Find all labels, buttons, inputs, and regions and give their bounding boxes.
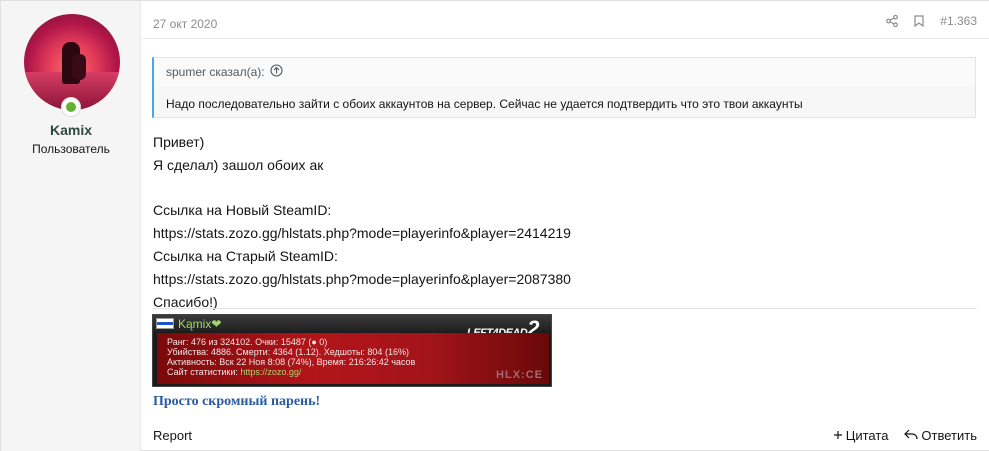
content-line: Я сделал) зашол обоих ак bbox=[153, 156, 324, 173]
post-main: 27 окт 2020 #1.363 spumer сказал(а): Над… bbox=[142, 1, 989, 451]
content-line: Ссылка на Новый SteamID: bbox=[153, 202, 332, 219]
quote-header[interactable]: spumer сказал(а): bbox=[154, 58, 975, 86]
content-line: Привет) bbox=[153, 134, 205, 150]
user-column: Kamix Пользователь bbox=[1, 1, 141, 451]
post-date[interactable]: 27 окт 2020 bbox=[153, 17, 217, 31]
post-number[interactable]: #1.363 bbox=[940, 14, 977, 28]
quote-block: spumer сказал(а): Надо последовательно з… bbox=[152, 57, 976, 118]
report-link[interactable]: Report bbox=[153, 428, 192, 443]
old-steamid-link[interactable]: https://stats.zozo.gg/hlstats.php?mode=p… bbox=[153, 268, 571, 291]
new-steamid-link[interactable]: https://stats.zozo.gg/hlstats.php?mode=p… bbox=[153, 222, 571, 245]
stats-banner[interactable]: Kąmix❤ LEFT4DEAD2 Ранг: 476 из 324102. О… bbox=[152, 314, 552, 387]
user-title: Пользователь bbox=[32, 142, 110, 156]
plus-icon bbox=[833, 428, 843, 443]
signature-text: Просто скромный парень! bbox=[153, 394, 321, 409]
quote-author[interactable]: spumer сказал(а): bbox=[166, 65, 265, 79]
banner-stats: Ранг: 476 из 324102. Очки: 15487 (● 0) У… bbox=[167, 337, 415, 377]
post-header-actions: #1.363 bbox=[886, 14, 977, 28]
forum-post: Kamix Пользователь 27 окт 2020 #1.363 sp… bbox=[0, 0, 989, 451]
quote-text: Надо последовательно зайти с обоих аккау… bbox=[166, 97, 803, 111]
content-line: Спасибо!) bbox=[153, 293, 218, 310]
banner-kills: Убийства: 4886. Смерти: 4364 (1.12). Хед… bbox=[167, 347, 409, 357]
quote-button-label: Цитата bbox=[845, 428, 889, 443]
username[interactable]: Kamix bbox=[1, 122, 141, 138]
banner-activity: Активность: Вск 22 Ноя 8:08 (74%), Время… bbox=[167, 357, 416, 367]
arrow-up-circle-icon[interactable] bbox=[270, 64, 283, 80]
reply-icon bbox=[904, 428, 919, 443]
share-icon[interactable] bbox=[886, 15, 899, 27]
header-divider bbox=[142, 38, 989, 39]
banner-site-url: https://zozo.gg/ bbox=[240, 367, 302, 377]
reply-button-label: Ответить bbox=[921, 428, 977, 443]
avatar[interactable] bbox=[24, 14, 120, 110]
online-status-icon bbox=[61, 97, 81, 117]
banner-rank: Ранг: 476 из 324102. Очки: 15487 (● 0) bbox=[167, 337, 328, 347]
avatar-figure-2 bbox=[72, 54, 86, 80]
flag-icon bbox=[156, 318, 174, 329]
footer-actions: Цитата Ответить bbox=[833, 428, 977, 443]
bookmark-icon[interactable] bbox=[914, 15, 924, 27]
content-line: Ссылка на Старый SteamID: bbox=[153, 247, 338, 264]
hlx-logo: HLX:CE bbox=[496, 369, 543, 381]
reply-button[interactable]: Ответить bbox=[904, 428, 977, 443]
banner-player-name: Kąmix❤ bbox=[178, 317, 222, 331]
banner-site-label: Сайт статистики: bbox=[167, 367, 238, 377]
signature-divider bbox=[152, 308, 977, 309]
quote-button[interactable]: Цитата bbox=[833, 428, 889, 443]
post-content: Привет) Я сделал) зашол обоих ак Ссылка … bbox=[153, 131, 571, 313]
